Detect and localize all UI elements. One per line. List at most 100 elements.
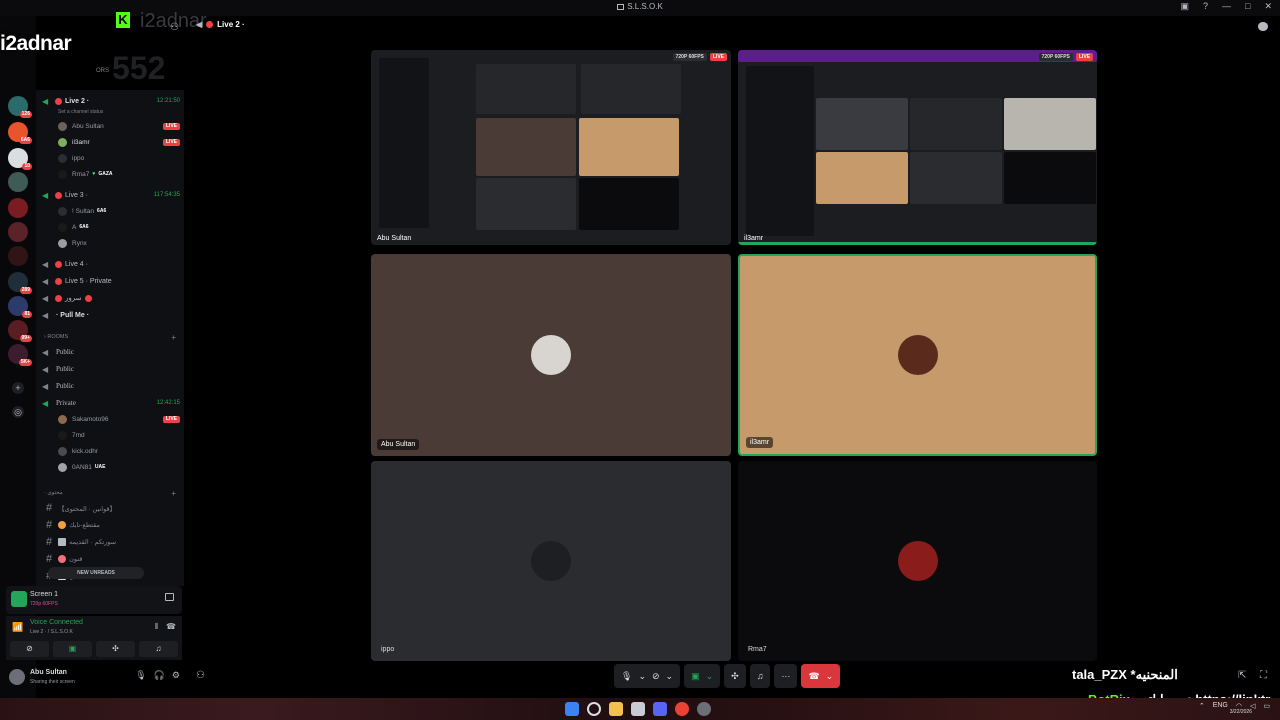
voice-channel-sorour[interactable]: ◀ سرور — [42, 291, 180, 305]
fullscreen-icon[interactable]: ⛶ — [1260, 670, 1267, 681]
close-button[interactable]: ✕ — [1264, 1, 1272, 12]
soundboard-icon[interactable]: ♫ — [757, 671, 764, 681]
server-icon[interactable]: 99+ — [8, 320, 32, 342]
chevron-down-icon[interactable]: ⌄ — [638, 671, 646, 682]
inbox-icon[interactable]: ▣ — [1180, 1, 1189, 12]
stream-tile[interactable]: 720P 60FPS LIVE il3amr — [738, 50, 1097, 245]
server-icon[interactable] — [8, 172, 28, 192]
voice-member[interactable]: Abu Sultan LIVE — [58, 119, 180, 133]
disconnect-icon[interactable]: ☎ — [166, 622, 176, 632]
more-control[interactable]: ··· — [774, 664, 798, 688]
voice-member[interactable]: ippo — [58, 151, 180, 165]
add-server-icon[interactable]: + — [12, 382, 24, 394]
server-icon[interactable] — [8, 198, 28, 218]
battery-icon[interactable]: ▭ — [1263, 702, 1270, 710]
hang-up-icon[interactable]: ☎ — [808, 671, 819, 682]
server-icon[interactable] — [8, 222, 28, 242]
voice-channel-pull-me[interactable]: ◀ · Pull Me · — [42, 308, 180, 322]
activities-icon[interactable]: ✣ — [731, 671, 739, 682]
voice-member[interactable]: Sakamoto96 LIVE — [58, 412, 180, 426]
server-icon[interactable]: 6A6 — [8, 122, 32, 144]
activities-button[interactable]: ✣ — [96, 641, 135, 657]
voice-channel-live3[interactable]: ◀ Live 3 · 117:54:35 — [42, 188, 180, 202]
participant-tile[interactable]: Rma7 — [738, 461, 1097, 661]
chevron-down-icon[interactable]: ⌄ — [666, 671, 674, 682]
voice-status[interactable]: Voice Connected — [30, 619, 83, 626]
participant-tile-speaking[interactable]: il3amr — [738, 254, 1097, 456]
participant-tile[interactable]: Abu Sultan — [371, 254, 731, 456]
soundboard-control[interactable]: ♫ — [749, 664, 771, 688]
activity-icon[interactable]: ⚇ — [196, 670, 205, 681]
add-channel-icon[interactable]: + — [171, 333, 176, 342]
text-channel[interactable]: # قنون — [46, 552, 180, 566]
minimize-button[interactable]: — — [1222, 1, 1231, 12]
voice-channel-public[interactable]: ◀ Public — [42, 362, 180, 376]
server-icon[interactable]: 289 — [8, 272, 32, 294]
stop-stream-icon[interactable] — [165, 593, 174, 601]
text-channel[interactable]: # مقتطع-نايك — [46, 518, 180, 532]
stream-tile[interactable]: 720P 60FPS LIVE Abu Sultan — [371, 50, 731, 245]
voice-member[interactable]: ! Sultan 6A6 — [58, 204, 180, 218]
server-icon[interactable]: 5K+ — [8, 344, 32, 366]
chevron-down-icon[interactable]: ⌄ — [706, 671, 714, 682]
voice-channel-live4[interactable]: ◀ Live 4 · — [42, 257, 180, 271]
screen-share-panel[interactable]: Screen 1 720p 60FPS — [6, 586, 182, 614]
voice-channel-live5[interactable]: ◀ Live 5 · Private — [42, 274, 180, 288]
voice-channel-private[interactable]: ◀ Private 12:42:15 — [42, 396, 180, 410]
search-icon[interactable] — [587, 702, 601, 716]
text-channel[interactable]: # 【قوانين · المحتوى】 — [46, 501, 180, 515]
voice-member[interactable]: Rma7 ♥ GAZA — [58, 167, 180, 181]
microphone-icon[interactable]: 🎙 — [135, 670, 146, 681]
screen-share-icon[interactable]: ▣ — [691, 671, 700, 682]
new-unreads-button[interactable]: NEW UNREADS — [48, 567, 144, 579]
user-name[interactable]: Abu Sultan — [30, 669, 67, 676]
activities-control[interactable]: ✣ — [724, 664, 746, 688]
chat-icon[interactable] — [1258, 22, 1268, 31]
soundboard-button[interactable]: ♫ — [139, 641, 178, 657]
voice-channel-live2[interactable]: ◀ Live 2 · 12:21:50 — [42, 94, 180, 108]
screen-share-button[interactable]: ▣ — [53, 641, 92, 657]
noise-suppression-icon[interactable]: ⫴ — [155, 622, 158, 632]
start-icon[interactable] — [565, 702, 579, 716]
category-rooms[interactable]: › ROOMS + — [44, 332, 176, 342]
discord-icon[interactable] — [653, 702, 667, 716]
language-indicator[interactable]: ENG — [1213, 702, 1228, 710]
calendar-icon[interactable] — [631, 702, 645, 716]
voice-member[interactable]: il3amr LIVE — [58, 135, 180, 149]
chevron-down-icon[interactable]: ⌄ — [826, 671, 834, 682]
participant-tile[interactable]: ippo — [371, 461, 731, 661]
voice-channel-path[interactable]: Live 2 · / S.L.S.O.K — [30, 629, 73, 635]
mic-control[interactable]: 🎙 ⌄ ⊘ ⌄ — [614, 664, 681, 688]
file-explorer-icon[interactable] — [609, 702, 623, 716]
server-icon[interactable]: 10 — [8, 148, 32, 170]
popout-icon[interactable]: ⇱ — [1238, 670, 1246, 681]
avatar[interactable] — [9, 669, 25, 685]
chrome-icon[interactable] — [675, 702, 689, 716]
gear-icon[interactable]: ⚙ — [172, 670, 180, 681]
text-channel[interactable]: # سورتكم · القديمه — [46, 535, 180, 549]
voice-member[interactable]: A 6A6 — [58, 220, 180, 234]
camera-toggle-button[interactable]: ⊘ — [10, 641, 49, 657]
voice-channel-public[interactable]: ◀ Public — [42, 345, 180, 359]
discover-icon[interactable]: ◎ — [12, 406, 24, 418]
voice-member[interactable]: Rynx — [58, 236, 180, 250]
more-icon[interactable]: ··· — [781, 671, 790, 681]
headphones-icon[interactable]: 🎧 — [154, 670, 165, 681]
add-channel-icon[interactable]: + — [171, 489, 176, 498]
voice-member[interactable]: kick.odhr — [58, 444, 180, 458]
voice-member[interactable]: 7md — [58, 428, 180, 442]
disconnect-button[interactable]: ☎ ⌄ — [801, 664, 841, 688]
screen-share-control[interactable]: ▣ ⌄ — [684, 664, 721, 688]
server-icon[interactable] — [8, 246, 28, 266]
maximize-button[interactable]: □ — [1245, 1, 1250, 12]
server-icon[interactable]: 126 — [8, 96, 32, 118]
help-icon[interactable]: ? — [1203, 1, 1208, 12]
server-icon[interactable]: 81 — [8, 296, 32, 318]
camera-off-icon[interactable]: ⊘ — [652, 671, 660, 682]
voice-member[interactable]: 0AN81 UAE — [58, 460, 180, 474]
category-content[interactable]: · محتوى + — [44, 488, 176, 498]
taskbar-date[interactable]: 3/22/2026 — [1230, 709, 1252, 715]
app-icon[interactable] — [697, 702, 711, 716]
microphone-icon[interactable]: 🎙 — [621, 671, 632, 682]
add-member-icon[interactable]: ⚇ — [170, 22, 179, 33]
